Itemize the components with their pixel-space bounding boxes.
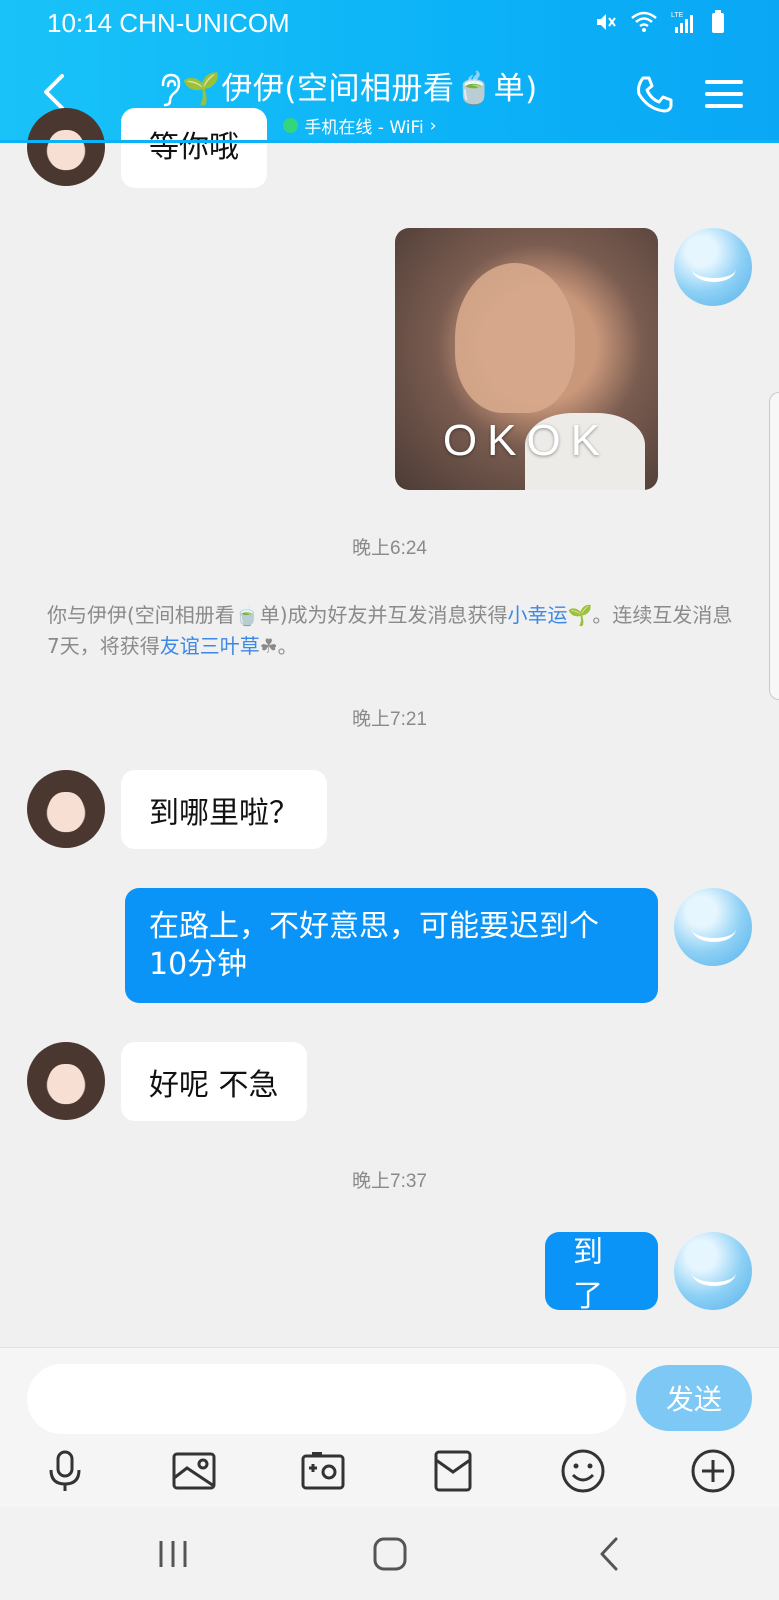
- contact-avatar[interactable]: [27, 770, 105, 848]
- sticker-image[interactable]: OKOK: [395, 228, 658, 490]
- contact-avatar[interactable]: [27, 108, 105, 186]
- envelope-icon[interactable]: [430, 1448, 476, 1494]
- system-notice-prefix: 你与伊伊(空间相册看🍵单)成为好友并互发消息获得: [47, 603, 508, 627]
- lucky-link[interactable]: 小幸运: [508, 603, 568, 627]
- message-input[interactable]: [27, 1364, 626, 1434]
- outgoing-message-bubble[interactable]: 在路上，不好意思，可能要迟到个10分钟: [125, 888, 658, 1003]
- my-avatar[interactable]: [674, 1232, 752, 1310]
- wifi-icon: [631, 11, 657, 32]
- input-bar: 发送: [0, 1347, 779, 1507]
- battery-icon: [712, 10, 724, 33]
- message-text: 等你哦: [149, 130, 239, 165]
- mic-icon[interactable]: [42, 1448, 88, 1494]
- incoming-message-bubble[interactable]: 等你哦: [121, 108, 267, 188]
- chat-title: 🌱伊伊(空间相册看🍵单): [182, 71, 538, 107]
- system-nav-bar: [0, 1507, 779, 1600]
- emoji-icon[interactable]: [560, 1448, 606, 1494]
- incoming-message-bubble[interactable]: 到哪里啦？: [121, 770, 327, 849]
- phone-call-icon[interactable]: [634, 74, 674, 114]
- contact-avatar[interactable]: [27, 1042, 105, 1120]
- menu-icon[interactable]: [705, 78, 743, 110]
- sticker-hand: [455, 263, 575, 413]
- back-nav-icon[interactable]: [590, 1535, 630, 1573]
- online-status-text: 手机在线 - WiFi: [304, 118, 424, 138]
- home-icon[interactable]: [370, 1535, 410, 1573]
- toolbar: [0, 1448, 779, 1508]
- message-text: 到哪里啦？: [149, 795, 299, 831]
- timestamp: 晚上7:21: [352, 709, 427, 730]
- send-button[interactable]: 发送: [636, 1365, 752, 1431]
- lte-label: LTE: [671, 12, 684, 19]
- outgoing-message-bubble[interactable]: 到了: [545, 1232, 658, 1314]
- online-dot-icon: [283, 118, 299, 133]
- my-avatar[interactable]: [674, 888, 752, 966]
- camera-icon[interactable]: [300, 1448, 346, 1494]
- plus-icon[interactable]: [690, 1448, 736, 1494]
- message-text: 在路上，不好意思，可能要迟到个10分钟: [149, 908, 599, 982]
- message-text: 好呢 不急: [149, 1067, 279, 1103]
- message-text: 到了: [573, 1235, 603, 1314]
- system-notice-suffix: ☘。: [259, 634, 298, 658]
- timestamp: 晚上7:37: [352, 1171, 427, 1192]
- timestamp: 晚上6:24: [352, 538, 427, 559]
- system-notice: 你与伊伊(空间相册看🍵单)成为好友并互发消息获得小幸运🌱。连续互发消息7天，将获…: [47, 600, 737, 662]
- image-icon[interactable]: [171, 1448, 217, 1494]
- sticker-text: OKOK: [442, 416, 611, 465]
- chat-header: 10:14 CHN-UNICOM LTE 🌱伊伊(空间相册看🍵单) 手机在线 -…: [0, 0, 779, 143]
- signal-icon: LTE: [671, 12, 693, 33]
- my-avatar[interactable]: [674, 228, 752, 306]
- chevron-right-icon: ›: [429, 115, 437, 136]
- header-edge: [0, 140, 779, 143]
- clover-link[interactable]: 友谊三叶草: [160, 634, 260, 658]
- mute-icon: [597, 14, 616, 30]
- recent-apps-icon[interactable]: [153, 1535, 193, 1573]
- incoming-message-bubble[interactable]: 好呢 不急: [121, 1042, 307, 1121]
- status-time-carrier: 10:14 CHN-UNICOM: [47, 8, 290, 38]
- status-icons: LTE: [593, 10, 725, 34]
